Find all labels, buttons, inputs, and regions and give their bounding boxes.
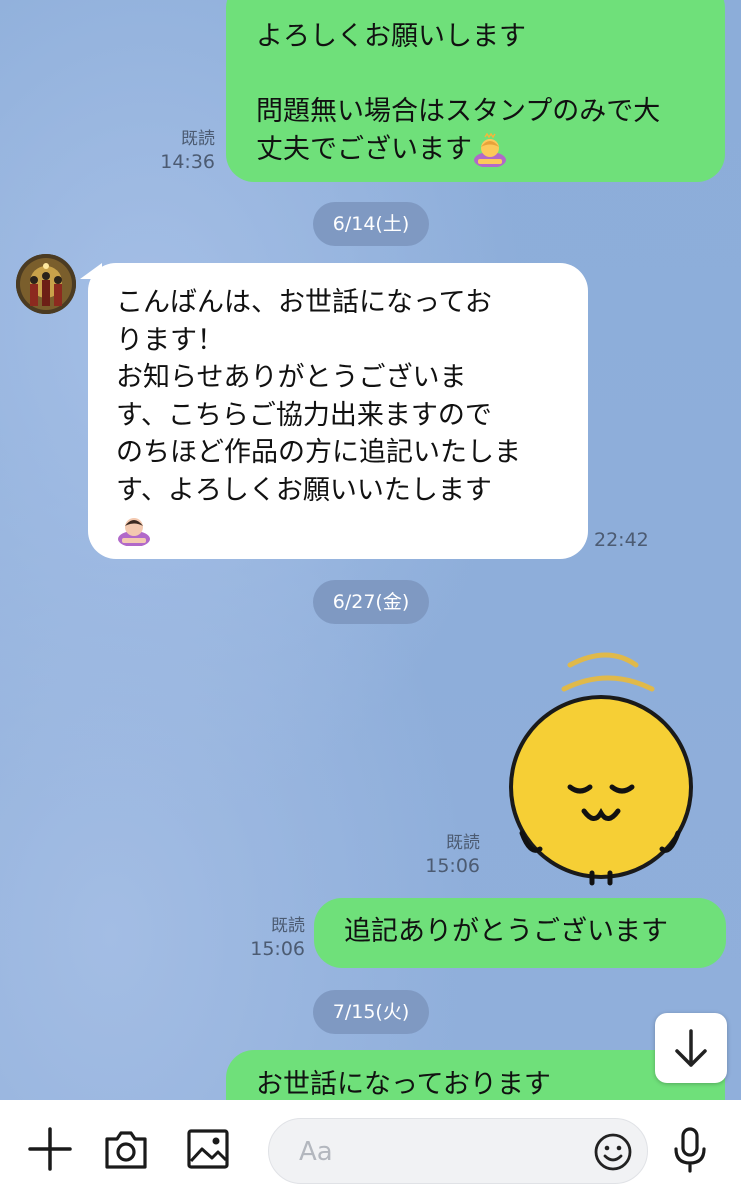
read-receipt: 既読 [446, 833, 480, 853]
message-line: 丈夫でございます [256, 133, 472, 165]
message-meta: 既読 15:06 [228, 915, 305, 961]
message-meta: 22:42 [594, 528, 664, 552]
message-time: 15:06 [250, 938, 305, 960]
message-line [256, 56, 725, 94]
bowing-yellow-face-sticker [509, 652, 693, 886]
emoji-icon[interactable] [593, 1132, 633, 1172]
outgoing-message-bubble[interactable]: 追記ありがとうございます [314, 898, 726, 968]
plus-icon [28, 1127, 72, 1171]
message-line: ります！ [116, 324, 224, 356]
bowing-woman-emoji [474, 133, 506, 167]
message-line: のちほど作品の方に追記いたしま [116, 437, 521, 468]
avatar[interactable] [16, 254, 76, 314]
camera-icon [105, 1131, 147, 1169]
message-line: す、よろしくお願いいたします [116, 474, 492, 506]
incoming-message-bubble[interactable]: こんばんは、お世話になってお ります！ お知らせありがとうございま す、こちらご… [88, 263, 588, 559]
line-chat-screen: よろしくお願いします 問題無い場合はスタンプのみで大 丈夫でございます 既読 1… [0, 0, 741, 1200]
message-line: す、こちらご協力出来ますので [116, 399, 492, 431]
image-icon [187, 1129, 229, 1169]
message-line: 問題無い場合はスタンプのみで大 [256, 96, 661, 127]
avatar-image [16, 254, 76, 314]
message-meta: 既読 14:36 [140, 128, 215, 174]
message-input[interactable] [297, 1119, 591, 1185]
outgoing-message-bubble[interactable]: よろしくお願いします 問題無い場合はスタンプのみで大 丈夫でございます [226, 0, 725, 182]
chat-history[interactable]: よろしくお願いします 問題無い場合はスタンプのみで大 丈夫でございます 既読 1… [0, 0, 741, 1100]
read-receipt: 既読 [181, 129, 215, 149]
arrow-down-icon [675, 1029, 707, 1067]
scroll-to-bottom-button[interactable] [655, 1013, 727, 1083]
camera-button[interactable] [102, 1125, 150, 1173]
message-time: 14:36 [160, 151, 215, 173]
image-button[interactable] [184, 1125, 232, 1173]
message-time: 15:06 [425, 855, 480, 877]
microphone-button[interactable] [666, 1125, 714, 1173]
message-line-emoji [116, 509, 588, 547]
message-input-field[interactable] [268, 1118, 648, 1185]
message-time: 22:42 [594, 529, 649, 551]
outgoing-message-bubble[interactable]: お世話になっております [226, 1050, 725, 1100]
read-receipt: 既読 [271, 916, 305, 936]
message-line-with-emoji: 丈夫でございます [256, 131, 725, 169]
message-line: お知らせありがとうございま [116, 362, 467, 393]
message-line: 追記ありがとうございます [344, 916, 668, 947]
date-separator: 6/14(土) [313, 202, 429, 246]
microphone-icon [674, 1127, 706, 1173]
message-line: よろしくお願いします [256, 21, 526, 52]
plus-button[interactable] [26, 1125, 74, 1173]
date-separator: 6/27(金) [313, 580, 429, 624]
bowing-woman-emoji [118, 517, 150, 546]
message-line: こんばんは、お世話になってお [116, 287, 492, 318]
date-separator: 7/15(火) [313, 990, 429, 1034]
message-meta: 既読 15:06 [405, 832, 480, 878]
sticker-message[interactable] [500, 645, 710, 890]
